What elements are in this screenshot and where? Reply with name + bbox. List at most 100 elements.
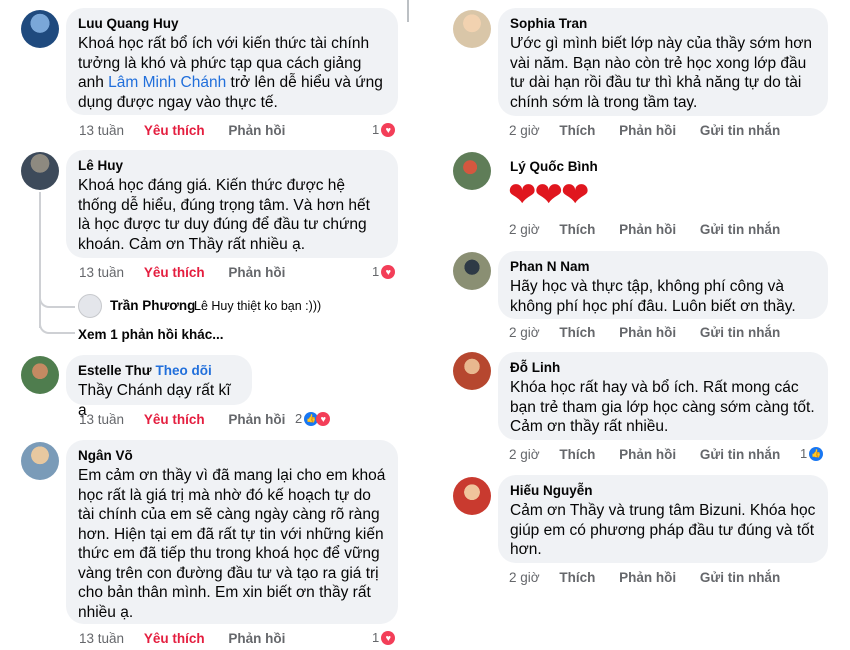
reply-button[interactable]: Phản hồi	[228, 122, 285, 140]
reaction-summary[interactable]: 1 ♥	[372, 629, 396, 647]
send-message-button[interactable]: Gửi tin nhắn	[700, 569, 780, 587]
reaction-count: 2	[295, 411, 303, 426]
thumbs-up-icon: 👍	[809, 447, 824, 461]
heart-emoji-reply: ❤❤❤	[508, 176, 589, 214]
like-button[interactable]: Thích	[559, 446, 595, 464]
comment-bubble: Ngân Võ Em cảm ơn thầy vì đã mang lại ch…	[66, 440, 398, 624]
comment-text: Cảm ơn Thầy và trung tâm Bizuni. Khóa họ…	[510, 502, 816, 558]
comment-actions: 13 tuần Yêu thích Phản hồi	[79, 411, 285, 429]
timestamp[interactable]: 13 tuần	[79, 630, 124, 648]
reaction-summary[interactable]: 1 👍	[800, 445, 824, 463]
like-button[interactable]: Thích	[559, 569, 595, 587]
like-button[interactable]: Thích	[559, 221, 595, 239]
thread-line	[39, 192, 41, 328]
comment-actions: 2 giờ Thích Phản hồi Gửi tin nhắn	[509, 122, 780, 140]
comment-text: Khoá học rất bổ ích với kiến thức tài ch…	[78, 35, 383, 111]
commenter-name[interactable]: Ngân Võ	[78, 447, 386, 464]
comment-bubble: Hiếu Nguyễn Cảm ơn Thầy và trung tâm Biz…	[498, 475, 828, 563]
comment-text: Khoá học đáng giá. Kiến thức được hệ thố…	[78, 177, 370, 253]
follow-button[interactable]: Theo dõi	[156, 363, 212, 378]
timestamp[interactable]: 2 giờ	[509, 221, 540, 239]
reply-button[interactable]: Phản hồi	[619, 324, 676, 342]
avatar[interactable]	[453, 352, 491, 390]
reply-button[interactable]: Phản hồi	[619, 569, 676, 587]
reaction-summary[interactable]: 2 👍 ♥	[295, 410, 331, 428]
send-message-button[interactable]: Gửi tin nhắn	[700, 324, 780, 342]
comment-actions: 2 giờ Thích Phản hồi Gửi tin nhắn	[509, 569, 780, 587]
heart-icon: ♥	[381, 265, 396, 279]
reaction-summary[interactable]: 1 ♥	[372, 263, 396, 281]
comment-bubble: Phan N Nam Hãy học và thực tập, không ph…	[498, 251, 828, 319]
heart-icon: ♥	[316, 412, 331, 426]
heart-icon: ♥	[381, 631, 396, 645]
avatar[interactable]	[21, 356, 59, 394]
reply-button[interactable]: Phản hồi	[228, 411, 285, 429]
reaction-count: 1	[372, 122, 380, 137]
avatar[interactable]	[21, 10, 59, 48]
avatar[interactable]	[21, 152, 59, 190]
commenter-name[interactable]: Phan N Nam	[510, 258, 816, 275]
comment-actions: 2 giờ Thích Phản hồi Gửi tin nhắn	[509, 221, 780, 239]
timestamp[interactable]: 13 tuần	[79, 122, 124, 140]
reply-button[interactable]: Phản hồi	[228, 630, 285, 648]
timestamp[interactable]: 13 tuần	[79, 264, 124, 282]
avatar[interactable]	[21, 442, 59, 480]
commenter-name[interactable]: Lý Quốc Bình	[510, 158, 598, 175]
comment-actions: 13 tuần Yêu thích Phản hồi	[79, 630, 285, 648]
like-button[interactable]: Yêu thích	[144, 630, 205, 648]
view-more-replies-link[interactable]: Xem 1 phản hồi khác...	[78, 327, 224, 342]
comment-text: Em cảm ơn thầy vì đã mang lại cho em kho…	[78, 467, 386, 621]
avatar[interactable]	[453, 152, 491, 190]
timestamp[interactable]: 2 giờ	[509, 446, 540, 464]
comment-actions: 13 tuần Yêu thích Phản hồi	[79, 264, 285, 282]
timestamp[interactable]: 2 giờ	[509, 569, 540, 587]
scroll-indicator[interactable]	[407, 0, 409, 22]
comment-bubble: Luu Quang Huy Khoá học rất bổ ích với ki…	[66, 8, 398, 115]
reaction-summary[interactable]: 1 ♥	[372, 121, 396, 139]
comment-text: Ước gì mình biết lớp này của thầy sớm hơ…	[510, 35, 813, 111]
reply-author-name[interactable]: Trần Phương	[110, 298, 195, 313]
reply-avatar[interactable]	[78, 294, 102, 318]
like-button[interactable]: Thích	[559, 122, 595, 140]
commenter-name[interactable]: Luu Quang Huy	[78, 15, 386, 32]
like-button[interactable]: Yêu thích	[144, 264, 205, 282]
thread-branch	[39, 318, 75, 334]
send-message-button[interactable]: Gửi tin nhắn	[700, 122, 780, 140]
avatar[interactable]	[453, 252, 491, 290]
reply-button[interactable]: Phản hồi	[619, 221, 676, 239]
heart-icon: ♥	[381, 123, 396, 137]
timestamp[interactable]: 13 tuần	[79, 411, 124, 429]
comment-bubble: Estelle Thư Theo dõi Thầy Chánh dạy rất k…	[66, 355, 252, 419]
commenter-name[interactable]: Hiếu Nguyễn	[510, 482, 816, 499]
commenter-name[interactable]: Lê Huy	[78, 157, 386, 174]
comment-bubble: Đỗ Linh Khóa học rất hay và bổ ích. Rất …	[498, 352, 828, 440]
comment-bubble: Lê Huy Khoá học đáng giá. Kiến thức được…	[66, 150, 398, 258]
avatar[interactable]	[453, 10, 491, 48]
comment-actions: 2 giờ Thích Phản hồi Gửi tin nhắn	[509, 446, 780, 464]
timestamp[interactable]: 2 giờ	[509, 122, 540, 140]
comment-actions: 13 tuần Yêu thích Phản hồi	[79, 122, 285, 140]
comment-text: Hãy học và thực tập, không phí công và k…	[510, 278, 796, 315]
send-message-button[interactable]: Gửi tin nhắn	[700, 221, 780, 239]
reply-button[interactable]: Phản hồi	[619, 122, 676, 140]
reply-button[interactable]: Phản hồi	[619, 446, 676, 464]
reaction-count: 1	[372, 630, 380, 645]
comment-actions: 2 giờ Thích Phản hồi Gửi tin nhắn	[509, 324, 780, 342]
reply-text: Lê Huy thiệt ko bạn :)))	[194, 299, 322, 313]
reaction-count: 1	[800, 446, 808, 461]
commenter-name: Estelle Thư Theo dõi	[78, 363, 212, 378]
commenter-name[interactable]: Sophia Tran	[510, 15, 816, 32]
comment-text: Khóa học rất hay và bổ ích. Rất mong các…	[510, 379, 815, 435]
comment-bubble: Sophia Tran Ước gì mình biết lớp này của…	[498, 8, 828, 116]
avatar[interactable]	[453, 477, 491, 515]
like-button[interactable]: Yêu thích	[144, 122, 205, 140]
timestamp[interactable]: 2 giờ	[509, 324, 540, 342]
like-button[interactable]: Thích	[559, 324, 595, 342]
send-message-button[interactable]: Gửi tin nhắn	[700, 446, 780, 464]
reply-button[interactable]: Phản hồi	[228, 264, 285, 282]
thread-branch	[39, 292, 75, 308]
reaction-count: 1	[372, 264, 380, 279]
like-button[interactable]: Yêu thích	[144, 411, 205, 429]
commenter-name[interactable]: Đỗ Linh	[510, 359, 816, 376]
mention-link[interactable]: Lâm Minh Chánh	[108, 74, 226, 91]
